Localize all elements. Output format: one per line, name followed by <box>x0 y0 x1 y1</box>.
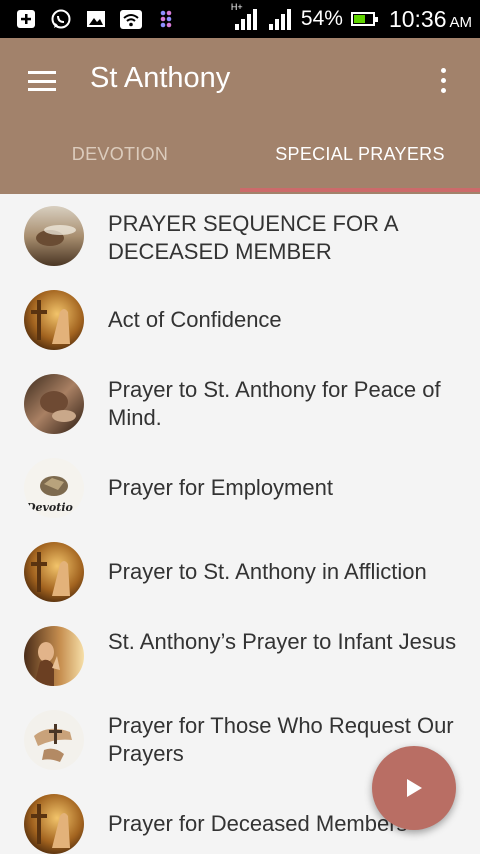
prayer-thumbnail: Devotio <box>24 458 84 518</box>
prayer-title: Act of Confidence <box>108 307 282 332</box>
page-title: St Anthony <box>90 62 231 94</box>
prayer-thumbnail <box>24 290 84 350</box>
clock: 10:36 AM <box>388 5 472 32</box>
play-button[interactable] <box>372 746 456 830</box>
prayer-title: Prayer to St. Anthony for Peace of Mind. <box>108 377 441 430</box>
gallery-icon <box>84 7 108 31</box>
prayer-title: Prayer for Employment <box>108 475 333 500</box>
app-bar: St Anthony DEVOTION SPECIAL PRAYERS <box>0 38 480 194</box>
prayer-thumbnail <box>24 374 84 434</box>
prayer-title: Prayer to St. Anthony in Affliction <box>108 559 427 584</box>
tab-devotion[interactable]: DEVOTION <box>0 144 240 165</box>
prayer-thumbnail <box>24 794 84 854</box>
list-item[interactable]: Prayer to St. Anthony for Peace of Mind. <box>0 362 480 446</box>
signal-icon: H+ <box>231 2 259 30</box>
prayer-thumbnail <box>24 542 84 602</box>
prayer-thumbnail <box>24 206 84 266</box>
add-box-icon <box>14 7 38 31</box>
whatsapp-icon <box>49 7 73 31</box>
battery-icon <box>350 12 378 26</box>
tab-indicator <box>240 188 480 192</box>
app-icon <box>154 7 178 31</box>
prayer-title: PRAYER SEQUENCE FOR A DECEASED MEMBER <box>108 211 398 264</box>
network-type: H+ <box>230 2 243 12</box>
list-item[interactable]: PRAYER SEQUENCE FOR A DECEASED MEMBER <box>0 194 480 278</box>
signal-icon <box>267 8 293 30</box>
tab-special-prayers[interactable]: SPECIAL PRAYERS <box>240 144 480 165</box>
list-item[interactable]: St. Anthony’s Prayer to Infant Jesus <box>0 614 480 698</box>
wifi-icon <box>119 7 143 31</box>
prayer-thumbnail <box>24 710 84 770</box>
list-item[interactable]: Devotio Prayer for Employment <box>0 446 480 530</box>
prayer-title: St. Anthony’s Prayer to Infant Jesus <box>108 629 457 654</box>
notification-icons <box>14 7 178 31</box>
prayer-thumbnail <box>24 626 84 686</box>
battery-percent: 54% <box>300 7 343 30</box>
status-bar: H+ 54% 10:36 AM <box>0 0 480 38</box>
more-vert-icon[interactable] <box>436 68 450 94</box>
system-icons: H+ 54% 10:36 AM <box>231 2 472 34</box>
play-icon <box>407 779 422 797</box>
list-item[interactable]: Act of Confidence <box>0 278 480 362</box>
list-item[interactable]: Prayer to St. Anthony in Affliction <box>0 530 480 614</box>
prayer-thumbnail-text: Devotio <box>25 501 73 514</box>
hamburger-menu-icon[interactable] <box>28 71 56 91</box>
